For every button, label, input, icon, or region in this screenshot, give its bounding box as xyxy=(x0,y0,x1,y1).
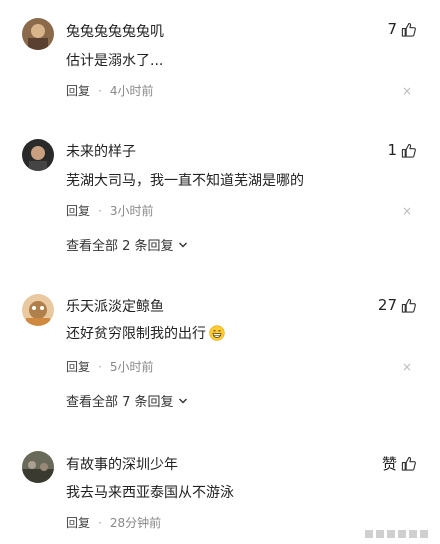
thumb-up-icon xyxy=(401,22,416,37)
username[interactable]: 有故事的深圳少年 xyxy=(66,454,178,474)
watermark-logo xyxy=(365,530,428,538)
close-icon[interactable]: × xyxy=(402,204,412,218)
comment-meta: 回复 · 4小时前 xyxy=(66,82,153,99)
comment-text: 估计是溺水了... xyxy=(66,53,164,69)
expand-replies-label: 查看全部 2 条回复 xyxy=(66,239,174,254)
separator-dot: · xyxy=(98,359,102,374)
reply-button[interactable]: 回复 xyxy=(66,82,90,99)
chevron-down-icon xyxy=(178,242,187,247)
avatar[interactable] xyxy=(22,139,54,171)
expand-replies-label: 查看全部 7 条回复 xyxy=(66,395,174,410)
separator-dot: · xyxy=(98,515,102,530)
avatar[interactable] xyxy=(22,451,54,483)
like-count: 27 xyxy=(377,296,397,314)
reply-button[interactable]: 回复 xyxy=(66,358,90,375)
timestamp: 4小时前 xyxy=(109,84,154,98)
thumb-up-icon xyxy=(401,456,416,471)
comment-text: 芜湖大司马，我一直不知道芜湖是哪的 xyxy=(66,173,304,189)
avatar-icon xyxy=(22,139,54,171)
timestamp: 5小时前 xyxy=(109,360,154,374)
comment-text-row: 还好贫穷限制我的出行 xyxy=(66,323,225,343)
close-icon[interactable]: × xyxy=(402,84,412,98)
separator-dot: · xyxy=(98,83,102,98)
username[interactable]: 乐天派淡定鲸鱼 xyxy=(66,296,164,316)
comment-text: 我去马来西亚泰国从不游泳 xyxy=(66,485,234,501)
close-icon[interactable]: × xyxy=(402,360,412,374)
username[interactable]: 未来的样子 xyxy=(66,141,136,161)
comment-meta: 回复 · 28分钟前 xyxy=(66,514,161,531)
like-count: 7 xyxy=(387,20,397,38)
like-label: 赞 xyxy=(381,455,397,473)
timestamp: 28分钟前 xyxy=(109,516,162,530)
reply-button[interactable]: 回复 xyxy=(66,202,90,219)
expand-replies-button[interactable]: 查看全部 7 条回复 xyxy=(66,391,188,410)
comment-meta: 回复 · 3小时前 xyxy=(66,202,153,219)
thumb-up-icon xyxy=(401,143,416,158)
comment-text: 还好贫穷限制我的出行 xyxy=(66,326,206,342)
like-button[interactable]: 27 xyxy=(378,296,416,314)
separator-dot: · xyxy=(98,203,102,218)
like-button[interactable]: 1 xyxy=(387,141,416,159)
thumb-up-icon xyxy=(401,298,416,313)
reply-button[interactable]: 回复 xyxy=(66,514,90,531)
avatar[interactable] xyxy=(22,18,54,50)
expand-replies-button[interactable]: 查看全部 2 条回复 xyxy=(66,235,188,254)
avatar-icon xyxy=(22,18,54,50)
avatar-icon xyxy=(22,451,54,483)
timestamp: 3小时前 xyxy=(109,204,154,218)
like-count: 1 xyxy=(387,141,397,159)
avatar[interactable] xyxy=(22,294,54,326)
avatar-icon xyxy=(22,294,54,326)
like-button[interactable]: 赞 xyxy=(382,453,416,474)
like-button[interactable]: 7 xyxy=(387,20,416,38)
username[interactable]: 兔兔兔兔兔兔叽 xyxy=(66,21,164,41)
comment-meta: 回复 · 5小时前 xyxy=(66,358,153,375)
grinning-emoji-icon xyxy=(209,325,225,341)
chevron-down-icon xyxy=(178,398,187,403)
